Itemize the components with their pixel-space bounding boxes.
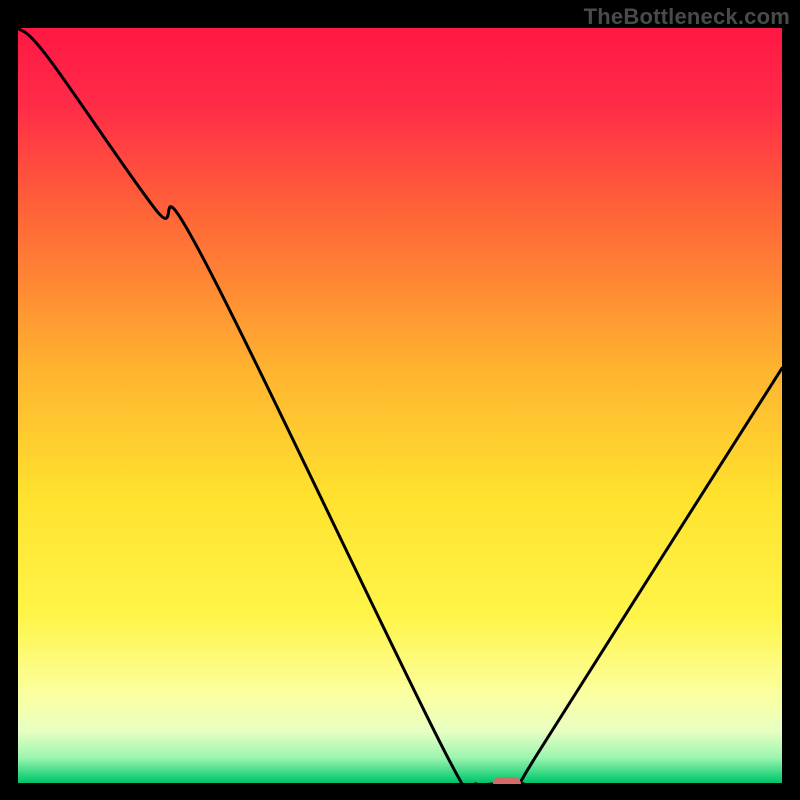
gradient-background (18, 28, 782, 784)
plot-area (18, 28, 782, 784)
optimal-marker (493, 777, 521, 784)
chart-frame: TheBottleneck.com (0, 0, 800, 800)
bottleneck-chart (18, 28, 782, 784)
watermark-text: TheBottleneck.com (584, 4, 790, 30)
